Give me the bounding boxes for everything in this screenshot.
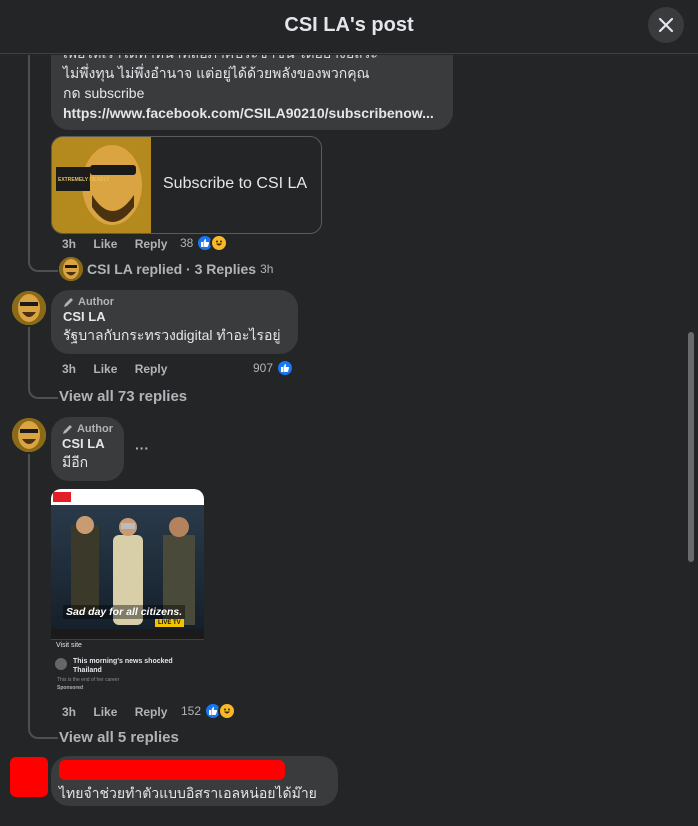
comment-link[interactable]: https://www.facebook.com/CSILA90210/subs… <box>63 103 441 123</box>
reaction-count[interactable]: 152 <box>181 702 237 720</box>
pencil-icon <box>62 424 72 434</box>
author-badge: Author <box>62 423 113 435</box>
reaction-count[interactable]: 907 <box>253 359 295 377</box>
comment-text: เพื่อให้เราได้ทำหน้าที่สื่อภาคประชาชน ได… <box>63 55 441 63</box>
close-icon <box>658 17 674 33</box>
ad-info: This morning's news shocked Thailand Thi… <box>51 654 204 695</box>
live-tv-badge: LIVE TV <box>155 619 184 627</box>
news-nav-bar <box>51 489 204 505</box>
replied-text: CSI LA replied · 3 Replies <box>87 261 257 277</box>
comment-text: มีอีก <box>62 454 89 470</box>
comment-bubble: ไทยจำช่วยทำตัวแบบอิสราเอลหน่อยได้ม๊าย <box>51 756 338 806</box>
post-header: CSI LA's post <box>0 0 698 54</box>
subscribe-card[interactable]: EXTREMELY DEADLY Subscribe to CSI LA <box>51 136 322 234</box>
comments-area: เพื่อให้เราได้ทำหน้าที่สื่อภาคประชาชน ได… <box>0 55 698 826</box>
view-all-replies[interactable]: View all 73 replies <box>59 388 187 405</box>
news-banner: Sad day for all citizens. <box>63 605 186 619</box>
reply-button[interactable]: Reply <box>135 705 168 719</box>
view-all-replies[interactable]: View all 5 replies <box>59 729 179 746</box>
subscribe-label: Subscribe to CSI LA <box>163 175 308 192</box>
more-options-button[interactable]: ··· <box>135 440 149 456</box>
like-button[interactable]: Like <box>93 362 117 376</box>
reply-button[interactable]: Reply <box>135 362 168 376</box>
comment-actions: 3h Like Reply <box>62 705 181 719</box>
scrollbar-thumb[interactable] <box>688 332 694 562</box>
like-button[interactable]: Like <box>93 705 117 719</box>
comment-author[interactable]: CSI LA <box>62 435 113 453</box>
haha-reaction-icon <box>218 702 237 720</box>
comment-time[interactable]: 3h <box>62 705 76 719</box>
replied-time: 3h <box>260 262 274 276</box>
comment-bubble: เพื่อให้เราได้ทำหน้าที่สื่อภาคประชาชน ได… <box>51 55 453 130</box>
comment-text: กด subscribe <box>63 85 145 101</box>
author-badge: Author <box>63 296 286 308</box>
haha-reaction-icon <box>210 234 229 252</box>
comment-text: ไทยจำช่วยทำตัวแบบอิสราเอลหน่อยได้ม๊าย <box>59 785 317 801</box>
comment-time[interactable]: 3h <box>62 237 76 251</box>
comment-attachment-image[interactable]: Sad day for all citizens. LIVE TV Visit … <box>51 489 204 695</box>
comment-actions: 3h Like Reply <box>62 237 181 251</box>
close-button[interactable] <box>648 7 684 43</box>
like-button[interactable]: Like <box>93 237 117 251</box>
subscribe-thumbnail: EXTREMELY DEADLY <box>52 137 151 233</box>
reaction-count[interactable]: 38 <box>180 234 229 252</box>
post-title: CSI LA's post <box>284 14 414 36</box>
reply-button[interactable]: Reply <box>135 237 168 251</box>
comment-author[interactable]: CSI LA <box>63 308 286 326</box>
pencil-icon <box>64 297 73 307</box>
comment-actions: 3h Like Reply <box>62 362 181 376</box>
thumbnail-caption: EXTREMELY DEADLY <box>58 177 110 183</box>
comment-bubble: Author CSI LA รัฐบาลกับกระทรวงdigital ทำ… <box>51 290 298 354</box>
comment-text: ไม่พึ่งทุน ไม่พึ่งอำนาจ แต่อยู่ได้ด้วยพล… <box>63 65 370 81</box>
avatar[interactable] <box>12 291 46 325</box>
like-reaction-icon <box>276 359 295 377</box>
redacted-avatar <box>10 757 48 797</box>
redacted-name <box>59 760 285 780</box>
avatar[interactable] <box>12 418 46 452</box>
avatar <box>59 257 83 281</box>
comment-time[interactable]: 3h <box>62 362 76 376</box>
comment-text: รัฐบาลกับกระทรวงdigital ทำอะไรอยู่ <box>63 327 281 343</box>
comment-bubble: Author CSI LA มีอีก <box>51 417 124 481</box>
replies-row[interactable]: CSI LA replied · 3 Replies 3h <box>59 257 273 281</box>
bearded-man-image <box>52 137 151 233</box>
visit-site-bar[interactable]: Visit site <box>51 639 204 654</box>
